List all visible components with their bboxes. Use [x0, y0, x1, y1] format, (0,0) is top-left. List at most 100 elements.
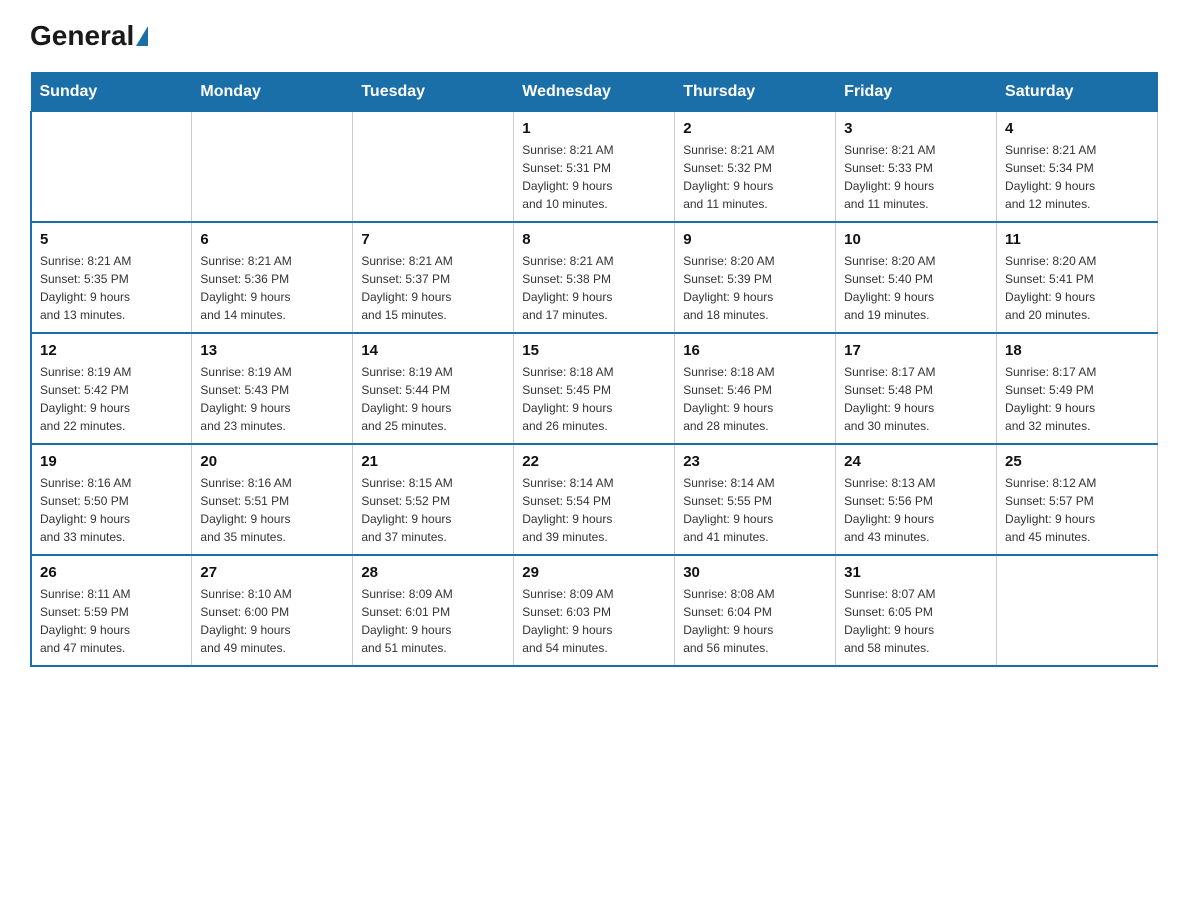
day-info: Sunrise: 8:20 AM Sunset: 5:41 PM Dayligh…	[1005, 252, 1149, 324]
day-of-week-header: Tuesday	[353, 73, 514, 112]
day-info: Sunrise: 8:19 AM Sunset: 5:44 PM Dayligh…	[361, 363, 505, 435]
day-info: Sunrise: 8:20 AM Sunset: 5:40 PM Dayligh…	[844, 252, 988, 324]
day-info: Sunrise: 8:21 AM Sunset: 5:33 PM Dayligh…	[844, 141, 988, 213]
day-of-week-header: Friday	[836, 73, 997, 112]
day-info: Sunrise: 8:21 AM Sunset: 5:36 PM Dayligh…	[200, 252, 344, 324]
logo-general-text: General	[30, 20, 134, 52]
day-number: 15	[522, 342, 666, 359]
calendar-cell: 29Sunrise: 8:09 AM Sunset: 6:03 PM Dayli…	[514, 555, 675, 666]
day-of-week-header: Wednesday	[514, 73, 675, 112]
day-number: 10	[844, 231, 988, 248]
calendar-cell: 6 Sunrise: 8:21 AM Sunset: 5:36 PM Daylig…	[192, 222, 353, 333]
calendar-cell: 7Sunrise: 8:21 AM Sunset: 5:37 PM Daylig…	[353, 222, 514, 333]
calendar-cell: 14Sunrise: 8:19 AM Sunset: 5:44 PM Dayli…	[353, 333, 514, 444]
day-number: 17	[844, 342, 988, 359]
day-info: Sunrise: 8:20 AM Sunset: 5:39 PM Dayligh…	[683, 252, 827, 324]
day-number: 8	[522, 231, 666, 248]
day-of-week-header: Monday	[192, 73, 353, 112]
day-number: 22	[522, 453, 666, 470]
calendar-cell: 2 Sunrise: 8:21 AM Sunset: 5:32 PM Daylig…	[675, 112, 836, 223]
calendar-table: SundayMondayTuesdayWednesdayThursdayFrid…	[30, 72, 1158, 667]
page-header: General	[30, 20, 1158, 52]
calendar-cell: 27 Sunrise: 8:10 AM Sunset: 6:00 PM Dayli…	[192, 555, 353, 666]
calendar-cell	[353, 112, 514, 223]
day-number: 4	[1005, 120, 1149, 137]
calendar-cell	[997, 555, 1158, 666]
day-info: Sunrise: 8:12 AM Sunset: 5:57 PM Dayligh…	[1005, 474, 1149, 546]
day-number: 3	[844, 120, 988, 137]
day-info: Sunrise: 8:17 AM Sunset: 5:49 PM Dayligh…	[1005, 363, 1149, 435]
calendar-cell	[192, 112, 353, 223]
day-info: Sunrise: 8:16 AM Sunset: 5:51 PM Dayligh…	[200, 474, 344, 546]
day-number: 24	[844, 453, 988, 470]
day-number: 12	[40, 342, 183, 359]
calendar-week-row: 19 Sunrise: 8:16 AM Sunset: 5:50 PM Dayli…	[31, 444, 1158, 555]
day-number: 11	[1005, 231, 1149, 248]
day-info: Sunrise: 8:21 AM Sunset: 5:34 PM Dayligh…	[1005, 141, 1149, 213]
day-info: Sunrise: 8:21 AM Sunset: 5:32 PM Dayligh…	[683, 141, 827, 213]
day-number: 16	[683, 342, 827, 359]
day-number: 21	[361, 453, 505, 470]
calendar-cell: 21 Sunrise: 8:15 AM Sunset: 5:52 PM Dayli…	[353, 444, 514, 555]
day-of-week-header: Sunday	[31, 73, 192, 112]
day-info: Sunrise: 8:07 AM Sunset: 6:05 PM Dayligh…	[844, 585, 988, 657]
logo-triangle-icon	[136, 26, 148, 46]
calendar-cell: 18 Sunrise: 8:17 AM Sunset: 5:49 PM Dayli…	[997, 333, 1158, 444]
calendar-header: SundayMondayTuesdayWednesdayThursdayFrid…	[31, 73, 1158, 112]
calendar-week-row: 26 Sunrise: 8:11 AM Sunset: 5:59 PM Dayli…	[31, 555, 1158, 666]
calendar-cell: 12 Sunrise: 8:19 AM Sunset: 5:42 PM Dayli…	[31, 333, 192, 444]
day-number: 20	[200, 453, 344, 470]
day-of-week-header: Saturday	[997, 73, 1158, 112]
calendar-cell: 13 Sunrise: 8:19 AM Sunset: 5:43 PM Dayli…	[192, 333, 353, 444]
calendar-cell: 5 Sunrise: 8:21 AM Sunset: 5:35 PM Daylig…	[31, 222, 192, 333]
day-number: 28	[361, 564, 505, 581]
calendar-week-row: 1 Sunrise: 8:21 AM Sunset: 5:31 PM Daylig…	[31, 112, 1158, 223]
day-info: Sunrise: 8:14 AM Sunset: 5:55 PM Dayligh…	[683, 474, 827, 546]
day-number: 5	[40, 231, 183, 248]
day-number: 26	[40, 564, 183, 581]
day-of-week-header: Thursday	[675, 73, 836, 112]
day-number: 1	[522, 120, 666, 137]
day-info: Sunrise: 8:21 AM Sunset: 5:31 PM Dayligh…	[522, 141, 666, 213]
day-info: Sunrise: 8:17 AM Sunset: 5:48 PM Dayligh…	[844, 363, 988, 435]
calendar-cell: 25 Sunrise: 8:12 AM Sunset: 5:57 PM Dayli…	[997, 444, 1158, 555]
day-number: 27	[200, 564, 344, 581]
calendar-week-row: 5 Sunrise: 8:21 AM Sunset: 5:35 PM Daylig…	[31, 222, 1158, 333]
day-info: Sunrise: 8:18 AM Sunset: 5:45 PM Dayligh…	[522, 363, 666, 435]
day-info: Sunrise: 8:19 AM Sunset: 5:42 PM Dayligh…	[40, 363, 183, 435]
day-number: 6	[200, 231, 344, 248]
calendar-cell: 15 Sunrise: 8:18 AM Sunset: 5:45 PM Dayli…	[514, 333, 675, 444]
day-number: 18	[1005, 342, 1149, 359]
day-info: Sunrise: 8:21 AM Sunset: 5:35 PM Dayligh…	[40, 252, 183, 324]
day-info: Sunrise: 8:13 AM Sunset: 5:56 PM Dayligh…	[844, 474, 988, 546]
calendar-cell: 9 Sunrise: 8:20 AM Sunset: 5:39 PM Daylig…	[675, 222, 836, 333]
day-info: Sunrise: 8:09 AM Sunset: 6:01 PM Dayligh…	[361, 585, 505, 657]
calendar-cell: 1 Sunrise: 8:21 AM Sunset: 5:31 PM Daylig…	[514, 112, 675, 223]
day-info: Sunrise: 8:18 AM Sunset: 5:46 PM Dayligh…	[683, 363, 827, 435]
day-info: Sunrise: 8:11 AM Sunset: 5:59 PM Dayligh…	[40, 585, 183, 657]
day-number: 2	[683, 120, 827, 137]
calendar-cell: 31Sunrise: 8:07 AM Sunset: 6:05 PM Dayli…	[836, 555, 997, 666]
day-info: Sunrise: 8:21 AM Sunset: 5:38 PM Dayligh…	[522, 252, 666, 324]
day-info: Sunrise: 8:09 AM Sunset: 6:03 PM Dayligh…	[522, 585, 666, 657]
day-number: 13	[200, 342, 344, 359]
day-number: 23	[683, 453, 827, 470]
header-row: SundayMondayTuesdayWednesdayThursdayFrid…	[31, 73, 1158, 112]
calendar-cell: 8 Sunrise: 8:21 AM Sunset: 5:38 PM Daylig…	[514, 222, 675, 333]
calendar-cell: 4 Sunrise: 8:21 AM Sunset: 5:34 PM Daylig…	[997, 112, 1158, 223]
calendar-cell: 23 Sunrise: 8:14 AM Sunset: 5:55 PM Dayli…	[675, 444, 836, 555]
day-number: 9	[683, 231, 827, 248]
day-number: 30	[683, 564, 827, 581]
day-info: Sunrise: 8:19 AM Sunset: 5:43 PM Dayligh…	[200, 363, 344, 435]
calendar-cell: 28 Sunrise: 8:09 AM Sunset: 6:01 PM Dayli…	[353, 555, 514, 666]
day-info: Sunrise: 8:16 AM Sunset: 5:50 PM Dayligh…	[40, 474, 183, 546]
day-number: 25	[1005, 453, 1149, 470]
calendar-cell: 11 Sunrise: 8:20 AM Sunset: 5:41 PM Dayli…	[997, 222, 1158, 333]
calendar-week-row: 12 Sunrise: 8:19 AM Sunset: 5:42 PM Dayli…	[31, 333, 1158, 444]
day-info: Sunrise: 8:10 AM Sunset: 6:00 PM Dayligh…	[200, 585, 344, 657]
calendar-cell: 26 Sunrise: 8:11 AM Sunset: 5:59 PM Dayli…	[31, 555, 192, 666]
logo: General	[30, 20, 150, 52]
calendar-cell: 22Sunrise: 8:14 AM Sunset: 5:54 PM Dayli…	[514, 444, 675, 555]
day-number: 19	[40, 453, 183, 470]
day-info: Sunrise: 8:15 AM Sunset: 5:52 PM Dayligh…	[361, 474, 505, 546]
